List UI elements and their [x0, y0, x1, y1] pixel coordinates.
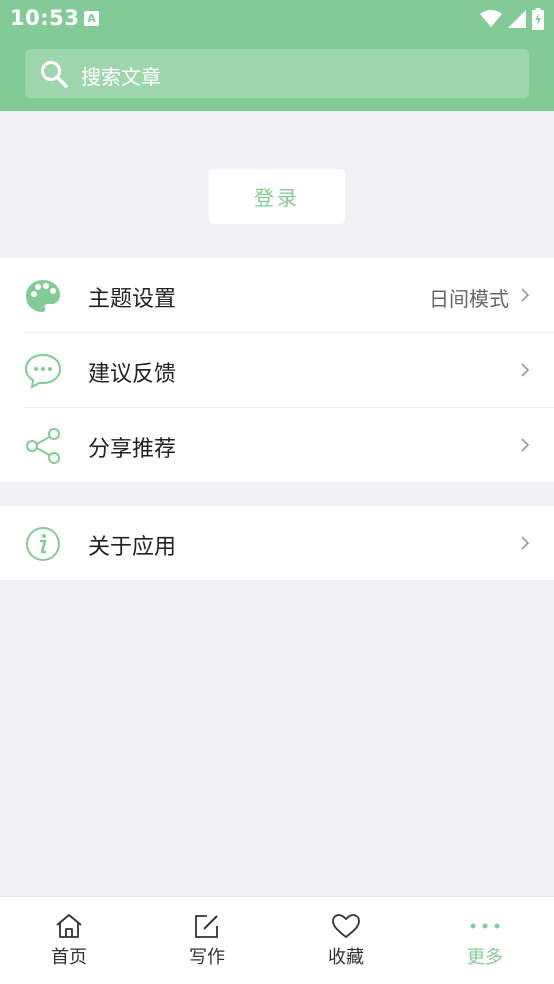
palette-icon — [26, 280, 60, 312]
chevron-right-icon — [521, 438, 530, 452]
share-icon — [26, 428, 60, 464]
edit-icon — [195, 915, 218, 938]
feedback-row[interactable]: 建议反馈 — [0, 333, 554, 408]
login-button[interactable]: 登录 — [209, 169, 345, 224]
tab-write[interactable]: 写作 — [138, 897, 276, 984]
about-row[interactable]: 关于应用 — [0, 506, 554, 580]
tab-home-label: 首页 — [51, 947, 87, 968]
feedback-label: 建议反馈 — [88, 362, 177, 387]
chevron-right-icon — [521, 288, 530, 302]
theme-mode-value: 日间模式 — [429, 287, 509, 311]
search-icon — [41, 61, 68, 88]
heart-icon — [332, 914, 360, 939]
about-label: 关于应用 — [88, 535, 177, 560]
chevron-right-icon — [521, 363, 530, 377]
about-group: 关于应用 — [0, 506, 554, 580]
status-time: 10:53 — [10, 6, 80, 30]
chevron-right-icon — [521, 536, 530, 550]
more-dots-icon — [470, 923, 500, 929]
status-icons — [480, 8, 544, 30]
info-icon — [26, 527, 60, 561]
notification-icon: A — [84, 11, 99, 26]
share-label: 分享推荐 — [88, 437, 177, 462]
search-input[interactable]: 搜索文章 — [81, 61, 161, 90]
status-bar: 10:53 A — [0, 0, 554, 38]
tab-write-label: 写作 — [189, 947, 225, 968]
battery-icon — [532, 8, 544, 30]
settings-group: 主题设置 日间模式 建议反馈 分享推荐 — [0, 258, 554, 482]
tab-favorites[interactable]: 收藏 — [277, 897, 415, 984]
bottom-tab-bar: 首页 写作 收藏 更多 — [0, 896, 554, 984]
home-icon — [56, 914, 82, 938]
theme-settings-row[interactable]: 主题设置 日间模式 — [0, 258, 554, 333]
tab-home[interactable]: 首页 — [0, 897, 138, 984]
tab-favorites-label: 收藏 — [328, 947, 364, 968]
search-bar[interactable]: 搜索文章 — [25, 49, 529, 98]
app-header: 10:53 A 搜索文章 — [0, 0, 554, 111]
wifi-icon — [480, 10, 502, 27]
tab-more[interactable]: 更多 — [416, 897, 554, 984]
share-row[interactable]: 分享推荐 — [0, 408, 554, 483]
theme-settings-label: 主题设置 — [88, 287, 177, 312]
chat-bubble-icon — [24, 353, 62, 389]
tab-more-label: 更多 — [467, 947, 503, 968]
signal-icon — [508, 10, 526, 28]
